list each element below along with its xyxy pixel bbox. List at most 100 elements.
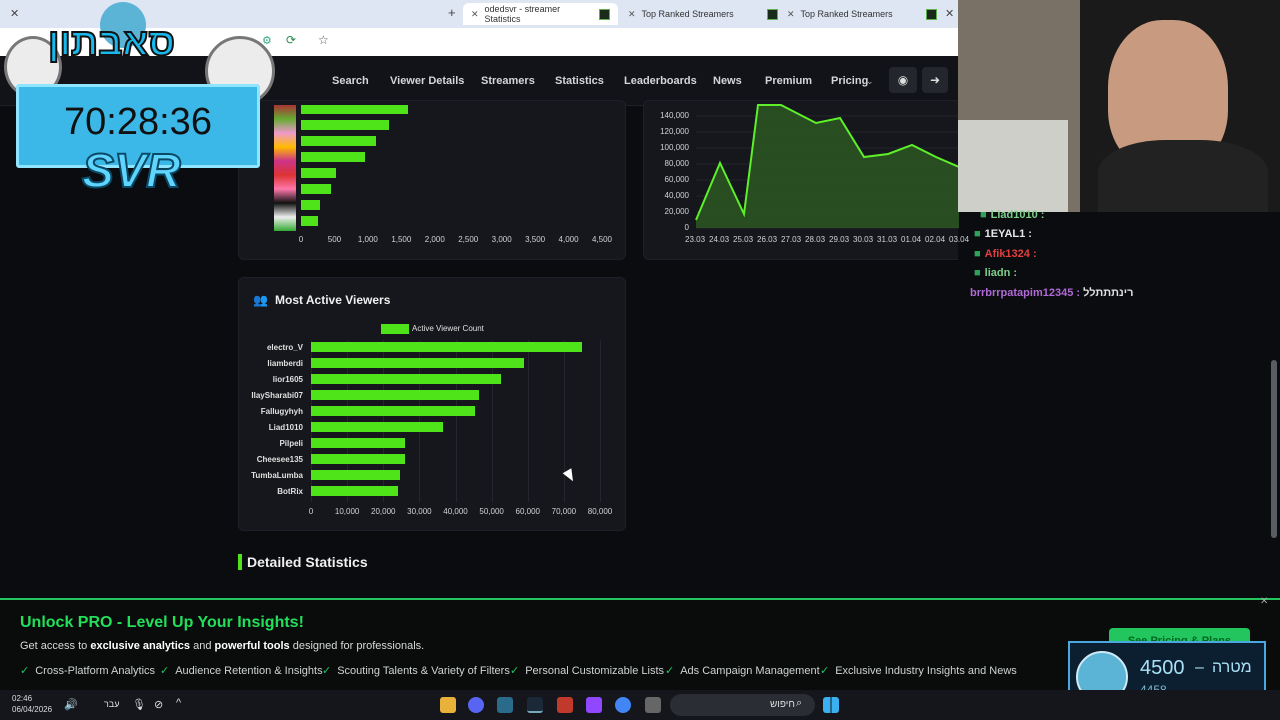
- x-tick-label: 4,000: [558, 235, 579, 244]
- chart-bar: [301, 184, 331, 194]
- x-tick-label: 40,000: [443, 507, 468, 516]
- viewer-bar: [311, 470, 400, 480]
- close-tab-icon[interactable]: ✕: [787, 9, 795, 20]
- x-tick-label: 30,000: [407, 507, 432, 516]
- most-active-viewers-panel: 👥 Most Active Viewers Active Viewer Coun…: [238, 277, 626, 531]
- network-icon[interactable]: ⊘: [154, 698, 163, 711]
- y-category-label: Fallugyhyh: [260, 407, 303, 416]
- x-tick-label: 10,000: [334, 507, 360, 516]
- x-tick-label: 24.03: [709, 235, 730, 244]
- app-icon[interactable]: [645, 697, 661, 713]
- chat-message: ■ Liad1010 :: [980, 209, 1045, 221]
- viewer-bar: [311, 358, 525, 368]
- clock-date[interactable]: 06/04/2026: [12, 705, 52, 714]
- nav-viewer-details[interactable]: Viewer Details: [390, 75, 464, 87]
- logo-text: סאבתון: [47, 21, 176, 65]
- chart-bar: [301, 200, 320, 210]
- volume-icon[interactable]: 🔊: [64, 698, 78, 711]
- steam-icon[interactable]: [527, 697, 543, 713]
- bookmark-star-icon[interactable]: ☆: [318, 33, 329, 47]
- viewer-bar: [311, 342, 582, 352]
- x-tick-label: 1,000: [357, 235, 378, 244]
- tab-top-ranked-1[interactable]: ✕ Top Ranked Streamers: [628, 3, 778, 25]
- area-fill: [696, 105, 959, 228]
- language-indicator[interactable]: עבר: [104, 699, 119, 709]
- x-tick-label: 80,000: [587, 507, 613, 516]
- tab-label: odedsvr - streamer Statistics: [484, 4, 561, 24]
- close-icon[interactable]: ✕: [945, 7, 954, 20]
- nav-streamers[interactable]: Streamers: [481, 75, 535, 87]
- chart-bar: [301, 216, 318, 226]
- tab-streamer-statistics[interactable]: ✕ odedsvr - streamer Statistics: [463, 3, 618, 25]
- chrome-icon[interactable]: [615, 697, 631, 713]
- y-category-label: TumbaLumba: [251, 471, 303, 480]
- y-category-label: Liad1010: [268, 423, 303, 432]
- nav-news[interactable]: News: [713, 75, 742, 87]
- y-tick-label: 40,000: [664, 191, 689, 200]
- check-icon: ✓: [820, 665, 830, 677]
- bar-chart-plot: 0 10,000 20,000 30,000 40,000 50,000 60,000 70,…: [239, 278, 627, 532]
- chat-overlay: ■ Liad1010 : ■ 1EYAL1 : ■ Afik1324 : ■ liadn…: [958, 205, 1280, 315]
- goal-label: מטרה: [1212, 659, 1252, 676]
- login-icon: ➜: [929, 73, 941, 87]
- x-tick-label: 1,500: [391, 235, 412, 244]
- microphone-icon[interactable]: 🎙: [132, 698, 146, 711]
- check-icon: ✓: [322, 665, 332, 677]
- x-tick-label: 500: [327, 235, 342, 244]
- viewer-bar: [311, 374, 501, 384]
- grid-line: [600, 340, 601, 502]
- nav-pricing[interactable]: Pricing: [831, 75, 868, 87]
- check-icon: ✓: [20, 665, 30, 677]
- brand-text: SVR: [81, 144, 182, 199]
- tab-top-ranked-2[interactable]: ✕ Top Ranked Streamers: [787, 3, 937, 25]
- new-tab-icon[interactable]: +: [448, 5, 456, 20]
- x-tick-label: 3,000: [491, 235, 512, 244]
- close-tab-icon[interactable]: ✕: [628, 9, 636, 20]
- twitch-icon[interactable]: [586, 697, 602, 713]
- site-favicon-icon: [926, 8, 937, 20]
- section-accent: [238, 554, 242, 570]
- app-icon[interactable]: [557, 697, 573, 713]
- webcam-background: [958, 120, 1068, 212]
- app-icon[interactable]: [497, 697, 513, 713]
- feature-item: ✓ Exclusive Industry Insights and News: [820, 665, 1017, 677]
- check-icon: ✓: [665, 665, 675, 677]
- login-button[interactable]: ➜: [922, 67, 948, 93]
- banner-title: Unlock PRO - Level Up Your Insights!: [20, 614, 304, 631]
- os-taskbar: 02:46 06/04/2026 🔊 עבר 🎙 ⊘ ^ חיפוש ⌕: [0, 690, 1280, 720]
- chat-message: ■ liadn :: [974, 267, 1018, 279]
- tray-chevron-icon[interactable]: ^: [176, 697, 181, 709]
- viewer-bar: [311, 390, 479, 400]
- discord-icon: ◉: [897, 73, 909, 87]
- nav-premium[interactable]: Premium: [765, 75, 812, 87]
- viewer-bar: [311, 454, 405, 464]
- x-axis-labels: 23.03 24.03 25.03 26.03 27.03 28.03 29.03 30.03…: [644, 235, 969, 247]
- banner-description: Get access to exclusive analytics and po…: [20, 640, 425, 652]
- chevron-down-icon: ⌄: [866, 76, 874, 86]
- viewers-over-time-chart: 140,000 120,000 100,000 80,000 60,000 40,000 2…: [643, 100, 969, 260]
- file-explorer-icon[interactable]: [440, 697, 456, 713]
- search-label: חיפוש: [770, 699, 795, 710]
- nav-statistics[interactable]: Statistics: [555, 75, 604, 87]
- clock-time[interactable]: 02:46: [12, 694, 32, 703]
- refresh-icon[interactable]: ⟳: [286, 33, 296, 47]
- close-tab-icon[interactable]: ✕: [471, 9, 479, 20]
- discord-taskbar-icon[interactable]: [468, 697, 484, 713]
- discord-button[interactable]: ◉: [889, 67, 917, 93]
- nav-leaderboards[interactable]: Leaderboards: [624, 75, 697, 87]
- x-tick-label: 0: [298, 235, 304, 244]
- x-tick-label: 26.03: [757, 235, 778, 244]
- badge-icon: ■: [974, 228, 981, 240]
- nav-search[interactable]: Search: [332, 75, 369, 87]
- windows-start-icon[interactable]: [823, 697, 839, 713]
- taskbar-search[interactable]: חיפוש ⌕: [670, 694, 815, 716]
- x-tick-label: 50,000: [479, 507, 504, 516]
- site-favicon-icon: [599, 8, 610, 20]
- page-scrollbar[interactable]: [1271, 360, 1277, 538]
- y-tick-label: 60,000: [664, 175, 689, 184]
- close-banner-icon[interactable]: ✕: [1260, 596, 1268, 607]
- chat-message: ■ 1EYAL1 :: [974, 228, 1032, 240]
- x-tick-label: 29.03: [829, 235, 850, 244]
- grid-line: [527, 340, 529, 502]
- feature-item: ✓ Ads Campaign Management: [665, 665, 820, 677]
